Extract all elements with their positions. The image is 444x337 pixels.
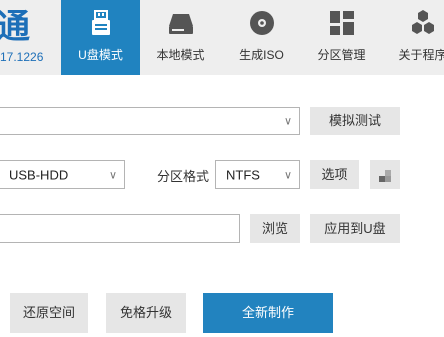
tab-usb-mode-label: U盘模式 <box>78 48 123 62</box>
tab-generate-iso[interactable]: 生成ISO <box>222 0 301 75</box>
restore-space-button[interactable]: 还原空间 <box>10 293 88 333</box>
top-tab-bar: 通 17.1226 U盘模式 本地模式 生成ISO 分区管理 关于程序 <box>0 0 444 75</box>
tab-generate-iso-label: 生成ISO <box>239 48 284 62</box>
chevron-down-icon: ∨ <box>108 168 117 181</box>
apply-to-usb-button[interactable]: 应用到U盘 <box>310 214 400 243</box>
path-input[interactable] <box>0 214 240 243</box>
tab-local-mode-label: 本地模式 <box>156 48 205 62</box>
disc-icon <box>249 11 274 35</box>
usb-drive-icon <box>91 10 110 35</box>
simulate-test-button[interactable]: 模拟测试 <box>310 107 400 135</box>
partition-format-value: NTFS <box>226 167 260 182</box>
browse-button[interactable]: 浏览 <box>250 214 300 243</box>
partition-format-label: 分区格式 <box>157 169 210 184</box>
about-hexagons-icon <box>411 10 434 34</box>
options-button[interactable]: 选项 <box>310 160 359 189</box>
version-label: 17.1226 <box>0 50 44 64</box>
new-build-button[interactable]: 全新制作 <box>203 293 333 333</box>
partition-format-select[interactable]: NTFS ∨ <box>215 160 300 189</box>
tab-partition-manager-label: 分区管理 <box>317 48 366 62</box>
format-free-upgrade-button[interactable]: 免格升级 <box>106 293 186 333</box>
settings-square-button[interactable] <box>370 160 400 189</box>
boot-mode-value: USB-HDD <box>9 167 69 182</box>
partition-grid-icon <box>329 11 354 35</box>
tab-about-label: 关于程序 <box>398 48 444 62</box>
device-select[interactable]: ∨ <box>0 107 300 135</box>
tab-about[interactable]: 关于程序 <box>383 0 444 75</box>
hard-disk-icon <box>168 14 193 34</box>
boot-mode-select[interactable]: USB-HDD ∨ <box>0 160 125 189</box>
app-logo: 通 <box>0 7 30 47</box>
tab-usb-mode[interactable]: U盘模式 <box>61 0 140 75</box>
chevron-down-icon: ∨ <box>283 168 292 181</box>
tab-local-mode[interactable]: 本地模式 <box>141 0 220 75</box>
chevron-down-icon: ∨ <box>283 114 292 128</box>
tab-partition-manager[interactable]: 分区管理 <box>302 0 381 75</box>
pixel-settings-icon <box>379 170 391 182</box>
